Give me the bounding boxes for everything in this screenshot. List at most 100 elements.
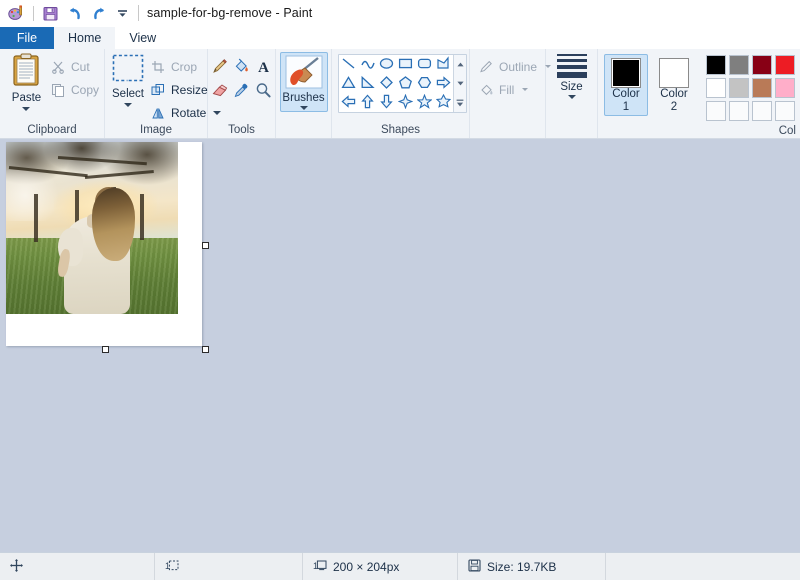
status-selection-size: 1 bbox=[155, 553, 303, 580]
color-swatch[interactable] bbox=[775, 78, 795, 98]
shape-curve[interactable] bbox=[358, 55, 377, 74]
shape-triangle-icon bbox=[341, 75, 356, 93]
shape-right-arrow[interactable] bbox=[434, 74, 453, 93]
status-file-size-value: Size: 19.7KB bbox=[487, 559, 557, 574]
group-label-size bbox=[548, 122, 595, 138]
shape-rounded-rectangle[interactable] bbox=[415, 55, 434, 74]
resize-handle-right[interactable] bbox=[202, 242, 209, 249]
quick-access-separator bbox=[33, 5, 34, 21]
outline-button[interactable]: Outline bbox=[475, 57, 554, 76]
title-separator bbox=[138, 5, 139, 21]
shape-right-arrow-icon bbox=[436, 75, 451, 93]
customize-quick-access-icon[interactable] bbox=[112, 3, 133, 24]
shape-polygon[interactable] bbox=[434, 55, 453, 74]
scroll-down-icon[interactable] bbox=[454, 74, 466, 93]
paint-app-icon[interactable] bbox=[6, 3, 27, 24]
resize-handle-corner[interactable] bbox=[202, 346, 209, 353]
group-label-image: Image bbox=[140, 124, 172, 136]
ribbon-group-clipboard: Paste Cut Copy Clipboard bbox=[0, 49, 105, 138]
tab-file[interactable]: File bbox=[0, 27, 54, 49]
color-swatch[interactable] bbox=[729, 78, 749, 98]
shape-left-arrow[interactable] bbox=[339, 93, 358, 112]
photo-tree-trunk bbox=[33, 193, 38, 242]
brushes-dropdown-caret-icon[interactable] bbox=[299, 106, 308, 110]
status-zoom-area bbox=[606, 553, 800, 580]
cut-button[interactable]: Cut bbox=[47, 57, 102, 76]
color-swatch[interactable] bbox=[752, 55, 772, 75]
shape-four-point-star[interactable] bbox=[396, 93, 415, 112]
undo-icon[interactable] bbox=[64, 3, 85, 24]
copy-button-label: Copy bbox=[70, 82, 99, 97]
shape-pentagon[interactable] bbox=[396, 74, 415, 93]
shape-line-icon bbox=[341, 56, 356, 74]
shape-four-point-star-icon bbox=[397, 93, 414, 112]
tool-fill[interactable] bbox=[232, 57, 252, 79]
shape-five-point-star[interactable] bbox=[415, 93, 434, 112]
rotate-icon bbox=[150, 105, 166, 121]
quick-access-toolbar bbox=[6, 3, 133, 24]
color-1-button[interactable]: Color 1 bbox=[604, 54, 648, 116]
fill-dropdown-caret-icon[interactable] bbox=[522, 88, 529, 91]
ribbon-group-shapes: Shapes bbox=[332, 49, 470, 138]
tool-text[interactable]: A bbox=[254, 57, 274, 79]
title-bar: sample-for-bg-remove - Paint bbox=[0, 0, 800, 27]
select-dropdown-caret-icon[interactable] bbox=[124, 103, 132, 107]
tool-pencil[interactable] bbox=[210, 57, 230, 79]
shape-up-arrow[interactable] bbox=[358, 93, 377, 112]
shape-diamond[interactable] bbox=[377, 74, 396, 93]
scroll-up-icon[interactable] bbox=[454, 55, 466, 74]
color-swatch[interactable] bbox=[752, 78, 772, 98]
resize-handle-bottom[interactable] bbox=[102, 346, 109, 353]
color-swatch[interactable] bbox=[775, 55, 795, 75]
color-swatch[interactable] bbox=[706, 55, 726, 75]
tool-eraser[interactable] bbox=[210, 81, 230, 103]
fill-button-label: Fill bbox=[499, 82, 515, 97]
shape-six-point-star[interactable] bbox=[434, 93, 453, 112]
paste-button[interactable]: Paste bbox=[6, 53, 47, 111]
canvas-work-area[interactable] bbox=[0, 139, 800, 552]
color-swatch[interactable] bbox=[706, 78, 726, 98]
group-label-outline-fill bbox=[472, 122, 543, 138]
ribbon-tabs: File Home View bbox=[0, 27, 800, 49]
fill-bucket-icon bbox=[478, 82, 494, 98]
copy-button[interactable]: Copy bbox=[47, 80, 102, 99]
pasted-image[interactable] bbox=[6, 142, 178, 314]
tab-view[interactable]: View bbox=[115, 27, 170, 49]
shapes-gallery-scrollbar[interactable] bbox=[453, 55, 466, 112]
color-1-label-bottom: 1 bbox=[622, 101, 630, 113]
color-swatch[interactable] bbox=[729, 55, 749, 75]
status-cursor-position bbox=[0, 553, 155, 580]
shape-oval[interactable] bbox=[377, 55, 396, 74]
color-2-button[interactable]: Color 2 bbox=[652, 54, 696, 116]
paste-dropdown-caret-icon[interactable] bbox=[22, 107, 31, 111]
shape-right-triangle[interactable] bbox=[358, 74, 377, 93]
color-swatch[interactable] bbox=[706, 101, 726, 121]
ribbon-group-image: Select Crop Resize Rotate Image bbox=[105, 49, 222, 138]
color-swatch[interactable] bbox=[775, 101, 795, 121]
outline-button-label: Outline bbox=[499, 59, 538, 74]
cut-button-label: Cut bbox=[70, 59, 90, 74]
color-swatch[interactable] bbox=[752, 101, 772, 121]
color-swatch[interactable] bbox=[729, 101, 749, 121]
fill-button[interactable]: Fill bbox=[475, 80, 531, 99]
tool-color-picker[interactable] bbox=[232, 81, 252, 103]
shape-triangle[interactable] bbox=[339, 74, 358, 93]
shape-line[interactable] bbox=[339, 55, 358, 74]
tool-magnifier[interactable] bbox=[254, 81, 274, 103]
tab-home[interactable]: Home bbox=[54, 27, 116, 49]
brushes-button[interactable]: Brushes bbox=[279, 52, 328, 112]
paint-canvas[interactable] bbox=[6, 142, 202, 346]
shape-down-arrow[interactable] bbox=[377, 93, 396, 112]
save-icon[interactable] bbox=[40, 3, 61, 24]
redo-icon[interactable] bbox=[88, 3, 109, 24]
shape-rectangle[interactable] bbox=[396, 55, 415, 74]
shape-hexagon[interactable] bbox=[415, 74, 434, 93]
cursor-position-icon bbox=[10, 558, 23, 575]
crop-button-label: Crop bbox=[171, 59, 198, 74]
size-button-label: Size bbox=[560, 81, 583, 93]
size-dropdown-caret-icon[interactable] bbox=[567, 95, 576, 99]
size-button[interactable]: Size bbox=[556, 54, 588, 99]
select-button[interactable]: Select bbox=[111, 53, 145, 107]
ribbon-group-brushes: Brushes bbox=[276, 49, 332, 138]
expand-gallery-icon[interactable] bbox=[454, 93, 466, 112]
